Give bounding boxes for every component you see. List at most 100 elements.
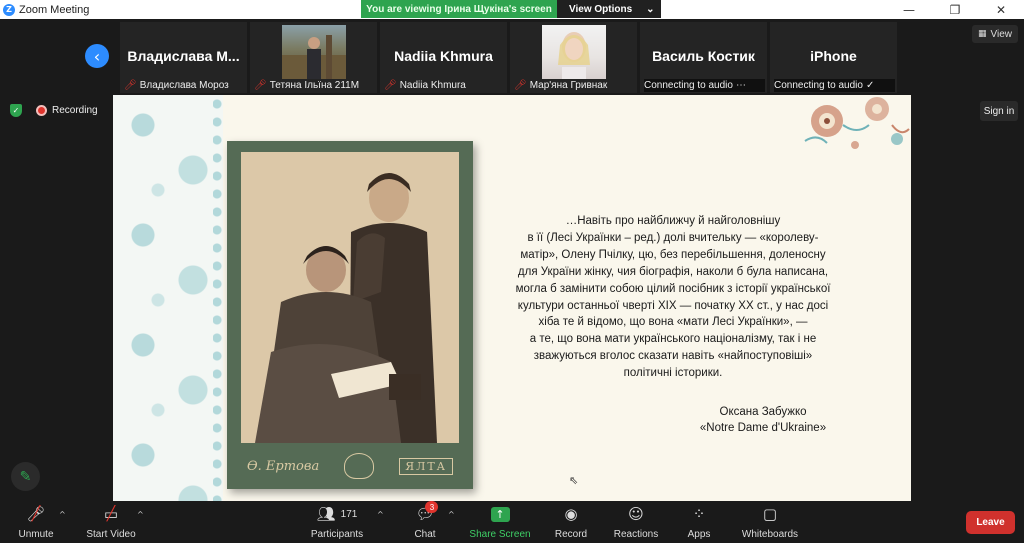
photo-credit-strip: Ѳ. Ертова ЯЛТА (241, 447, 459, 485)
window-title: Zoom Meeting (19, 3, 90, 16)
grid-icon: ▦ (977, 29, 987, 39)
connecting-dots-icon: ⋯ (735, 80, 746, 91)
recording-label: Recording (52, 105, 98, 116)
video-off-icon: ▭ ╱ (103, 505, 119, 523)
start-video-button[interactable]: ▭ ╱ Start Video (84, 503, 138, 543)
whiteboards-label: Whiteboards (741, 529, 799, 540)
participant-video-thumbnail (282, 25, 346, 79)
recording-dot-icon (36, 105, 47, 116)
record-button[interactable]: ◉ Record (552, 503, 590, 543)
lace-border-decoration (113, 95, 223, 501)
apps-button[interactable]: ⁘ Apps (684, 503, 714, 543)
sign-in-button[interactable]: Sign in (980, 101, 1018, 121)
mouse-cursor-icon: ⇖ (569, 474, 579, 487)
mic-muted-icon: 🎤︎ (254, 80, 267, 91)
whiteboard-icon: ▢ (762, 505, 778, 523)
participants-count: 171 (340, 508, 358, 520)
annotate-pencil-button[interactable]: ✎ (11, 462, 40, 491)
apps-label: Apps (687, 529, 711, 540)
participants-button[interactable]: 👥︎ 171 Participants (307, 503, 367, 543)
participant-tile[interactable]: 🎤︎ Тетяна Ільїна 211М (250, 22, 377, 93)
participant-name: Тетяна Ільїна 211М (269, 80, 360, 91)
apps-icon: ⁘ (692, 505, 706, 523)
quote-line: …Навіть про найближчу й найголовнішу (565, 215, 781, 227)
participant-label: 🎤︎ Мар'яна Гривнак (514, 79, 635, 92)
quote-line: політичні історики. (623, 367, 723, 380)
quote-line: для України жінку, чия біографія, наколи… (517, 265, 829, 278)
chat-caret-icon[interactable]: ^ (448, 510, 455, 519)
crest-emblem (344, 453, 375, 479)
participant-label: 🎤︎ Nadiia Khmura (384, 79, 505, 92)
view-options-button[interactable]: View Options ⌄ (557, 0, 661, 18)
participants-icon: 👥︎ 171 (316, 505, 358, 523)
participant-status: Connecting to audio (644, 80, 733, 91)
participant-label: Connecting to audio ⋯ (644, 79, 765, 92)
participant-status: Connecting to audio (774, 80, 863, 91)
participant-display-name: iPhone (810, 48, 857, 64)
mic-muted-icon: 🎤︎ (384, 80, 397, 91)
unmute-button[interactable]: 🎤︎ ╱ Unmute (14, 503, 58, 543)
quote-book-title: «Notre Dame d'Ukraine» (699, 422, 827, 434)
mic-muted-icon: 🎤︎ (514, 80, 527, 91)
pencil-icon: ✎ (19, 468, 32, 485)
lace-edge-decoration (213, 95, 227, 501)
whiteboards-button[interactable]: ▢ Whiteboards (740, 503, 800, 543)
record-label: Record (554, 529, 588, 540)
share-screen-icon: ↑ (490, 506, 510, 522)
chevron-down-icon: ⌄ (646, 3, 655, 15)
participant-display-name: Nadiia Khmura (394, 48, 493, 64)
participant-video-thumbnail (542, 25, 606, 79)
quote-line: хіба те й відомо, що вона «мати Лесі Укр… (538, 316, 808, 329)
participant-display-name: Владислава М... (127, 48, 240, 64)
quote-line: культури останньої чверті XIX — початку … (517, 299, 829, 312)
previous-page-button[interactable]: ‹ (85, 44, 109, 68)
reactions-button[interactable]: ☺ Reactions (612, 503, 660, 543)
participant-name: Мар'яна Гривнак (529, 80, 608, 91)
mic-muted-icon: 🎤︎ (124, 80, 137, 91)
participant-label: 🎤︎ Тетяна Ільїна 211М (254, 79, 375, 92)
mic-muted-icon: 🎤︎ ╱ (26, 505, 46, 523)
participant-tile[interactable]: iPhone Connecting to audio ✓ (770, 22, 897, 93)
quote-attribution: Оксана Забужко «Notre Dame d'Ukraine» (653, 404, 873, 436)
participants-caret-icon[interactable]: ^ (377, 510, 384, 519)
close-button[interactable]: ✕ (978, 0, 1024, 19)
participant-tile[interactable]: Владислава М... 🎤︎ Владислава Мороз (120, 22, 247, 93)
zoom-logo-icon: Z (3, 3, 15, 16)
shared-screen-slide: Ѳ. Ертова ЯЛТА …Навіть про найближчу й н… (113, 95, 911, 501)
photographer-signature: Ѳ. Ертова (247, 458, 320, 474)
chat-button[interactable]: 💬︎ 3 Chat (408, 501, 442, 543)
share-banner: You are viewing Ірина Щукіна's screen Vi… (361, 0, 661, 18)
chat-badge: 3 (425, 501, 439, 513)
two-women-portrait (241, 152, 459, 443)
unmute-label: Unmute (18, 529, 54, 540)
audio-options-caret-icon[interactable]: ^ (59, 510, 66, 519)
video-options-caret-icon[interactable]: ^ (137, 510, 144, 519)
start-video-label: Start Video (86, 529, 136, 540)
participant-label: Connecting to audio ✓ (774, 79, 895, 92)
participant-tile[interactable]: Василь Костик Connecting to audio ⋯ (640, 22, 767, 93)
view-options-label: View Options (569, 3, 633, 15)
minimize-button[interactable]: — (886, 0, 932, 19)
person-portrait-photo (558, 32, 590, 79)
meeting-toolbar: 🎤︎ ╱ Unmute ^ ▭ ╱ Start Video ^ 👥︎ 171 Par… (0, 501, 1024, 543)
share-screen-label: Share Screen (469, 529, 531, 540)
restore-button[interactable]: ❐ (932, 0, 978, 19)
security-shield-icon[interactable]: ✓ (10, 104, 22, 117)
historical-photo (241, 152, 459, 443)
smiley-plus-icon: ☺ (628, 505, 644, 523)
participant-tile[interactable]: Nadiia Khmura 🎤︎ Nadiia Khmura (380, 22, 507, 93)
participant-name: Владислава Мороз (139, 80, 229, 91)
chat-label: Chat (414, 529, 436, 540)
leave-button[interactable]: Leave (966, 511, 1015, 534)
quote-line: матір», Олену Пчілку, цю, без перебільше… (520, 248, 826, 261)
share-screen-button[interactable]: ↑ Share Screen (469, 503, 531, 543)
view-button-label: View (990, 28, 1013, 40)
view-button[interactable]: ▦ View (972, 25, 1018, 43)
viewing-screen-message: You are viewing Ірина Щукіна's screen (361, 0, 557, 18)
quote-line: в її (Лесі Українки – ред.) долі вчитель… (527, 231, 819, 244)
zoom-window: Z Zoom Meeting — ❐ ✕ You are viewing Іри… (0, 0, 1024, 543)
flower-ornament (804, 97, 910, 149)
quote-line: зважуються вголос сказати навіть «найпос… (533, 350, 813, 363)
participant-tile[interactable]: 🎤︎ Мар'яна Гривнак (510, 22, 637, 93)
check-icon: ✓ (865, 80, 875, 91)
